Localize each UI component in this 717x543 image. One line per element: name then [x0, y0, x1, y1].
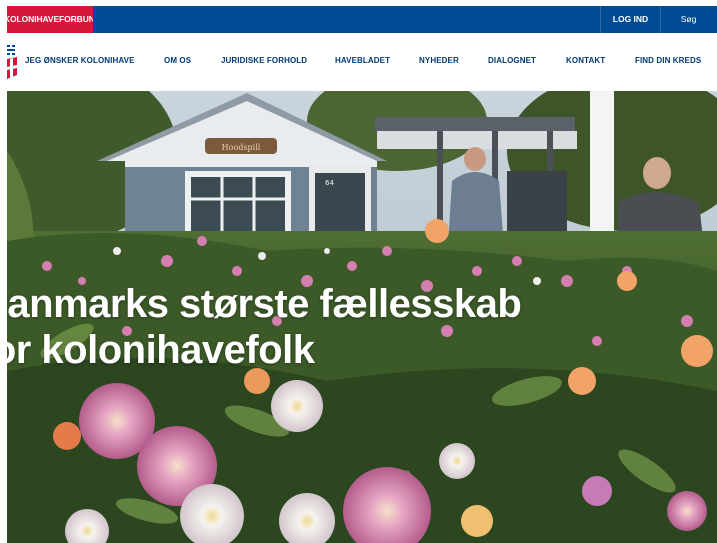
nav-item-havebladet[interactable]: HAVEBLADET — [335, 33, 390, 91]
nav-item-nyheder[interactable]: NYHEDER — [419, 33, 459, 91]
login-button[interactable]: LOG IND — [600, 6, 661, 33]
search-button[interactable]: Søg — [660, 6, 717, 33]
brand-link[interactable]: KOLONIHAVEFORBUNDET — [7, 6, 93, 33]
nav-item-om-os[interactable]: OM OS — [164, 33, 191, 91]
top-bar: KOLONIHAVEFORBUNDET LOG IND Søg — [7, 6, 717, 33]
nav-item-find-din-kreds[interactable]: FIND DIN KREDS — [635, 33, 701, 91]
page: KOLONIHAVEFORBUNDET LOG IND Søg JEG ØNSK… — [7, 6, 717, 543]
hero-headline-line1: Danmarks største fællesskab — [7, 282, 522, 326]
nav-item-jeg-onsker-kolonihave[interactable]: JEG ØNSKER KOLONIHAVE — [25, 33, 135, 91]
main-nav: JEG ØNSKER KOLONIHAVE OM OS JURIDISKE FO… — [7, 33, 717, 91]
flag-logo-icon[interactable] — [7, 45, 17, 81]
hero-headline-line2: for kolonihavefolk — [7, 328, 315, 372]
svg-text:64: 64 — [325, 179, 334, 187]
nav-item-dialognet[interactable]: DIALOGNET — [488, 33, 536, 91]
hero-banner: Hoodspill 64 Danmarks største fællesskab… — [7, 91, 717, 543]
svg-text:Hoodspill: Hoodspill — [222, 143, 261, 152]
nav-item-juridiske-forhold[interactable]: JURIDISKE FORHOLD — [221, 33, 307, 91]
hero-headline: Danmarks største fællesskab for koloniha… — [7, 281, 522, 373]
nav-item-kontakt[interactable]: KONTAKT — [566, 33, 605, 91]
